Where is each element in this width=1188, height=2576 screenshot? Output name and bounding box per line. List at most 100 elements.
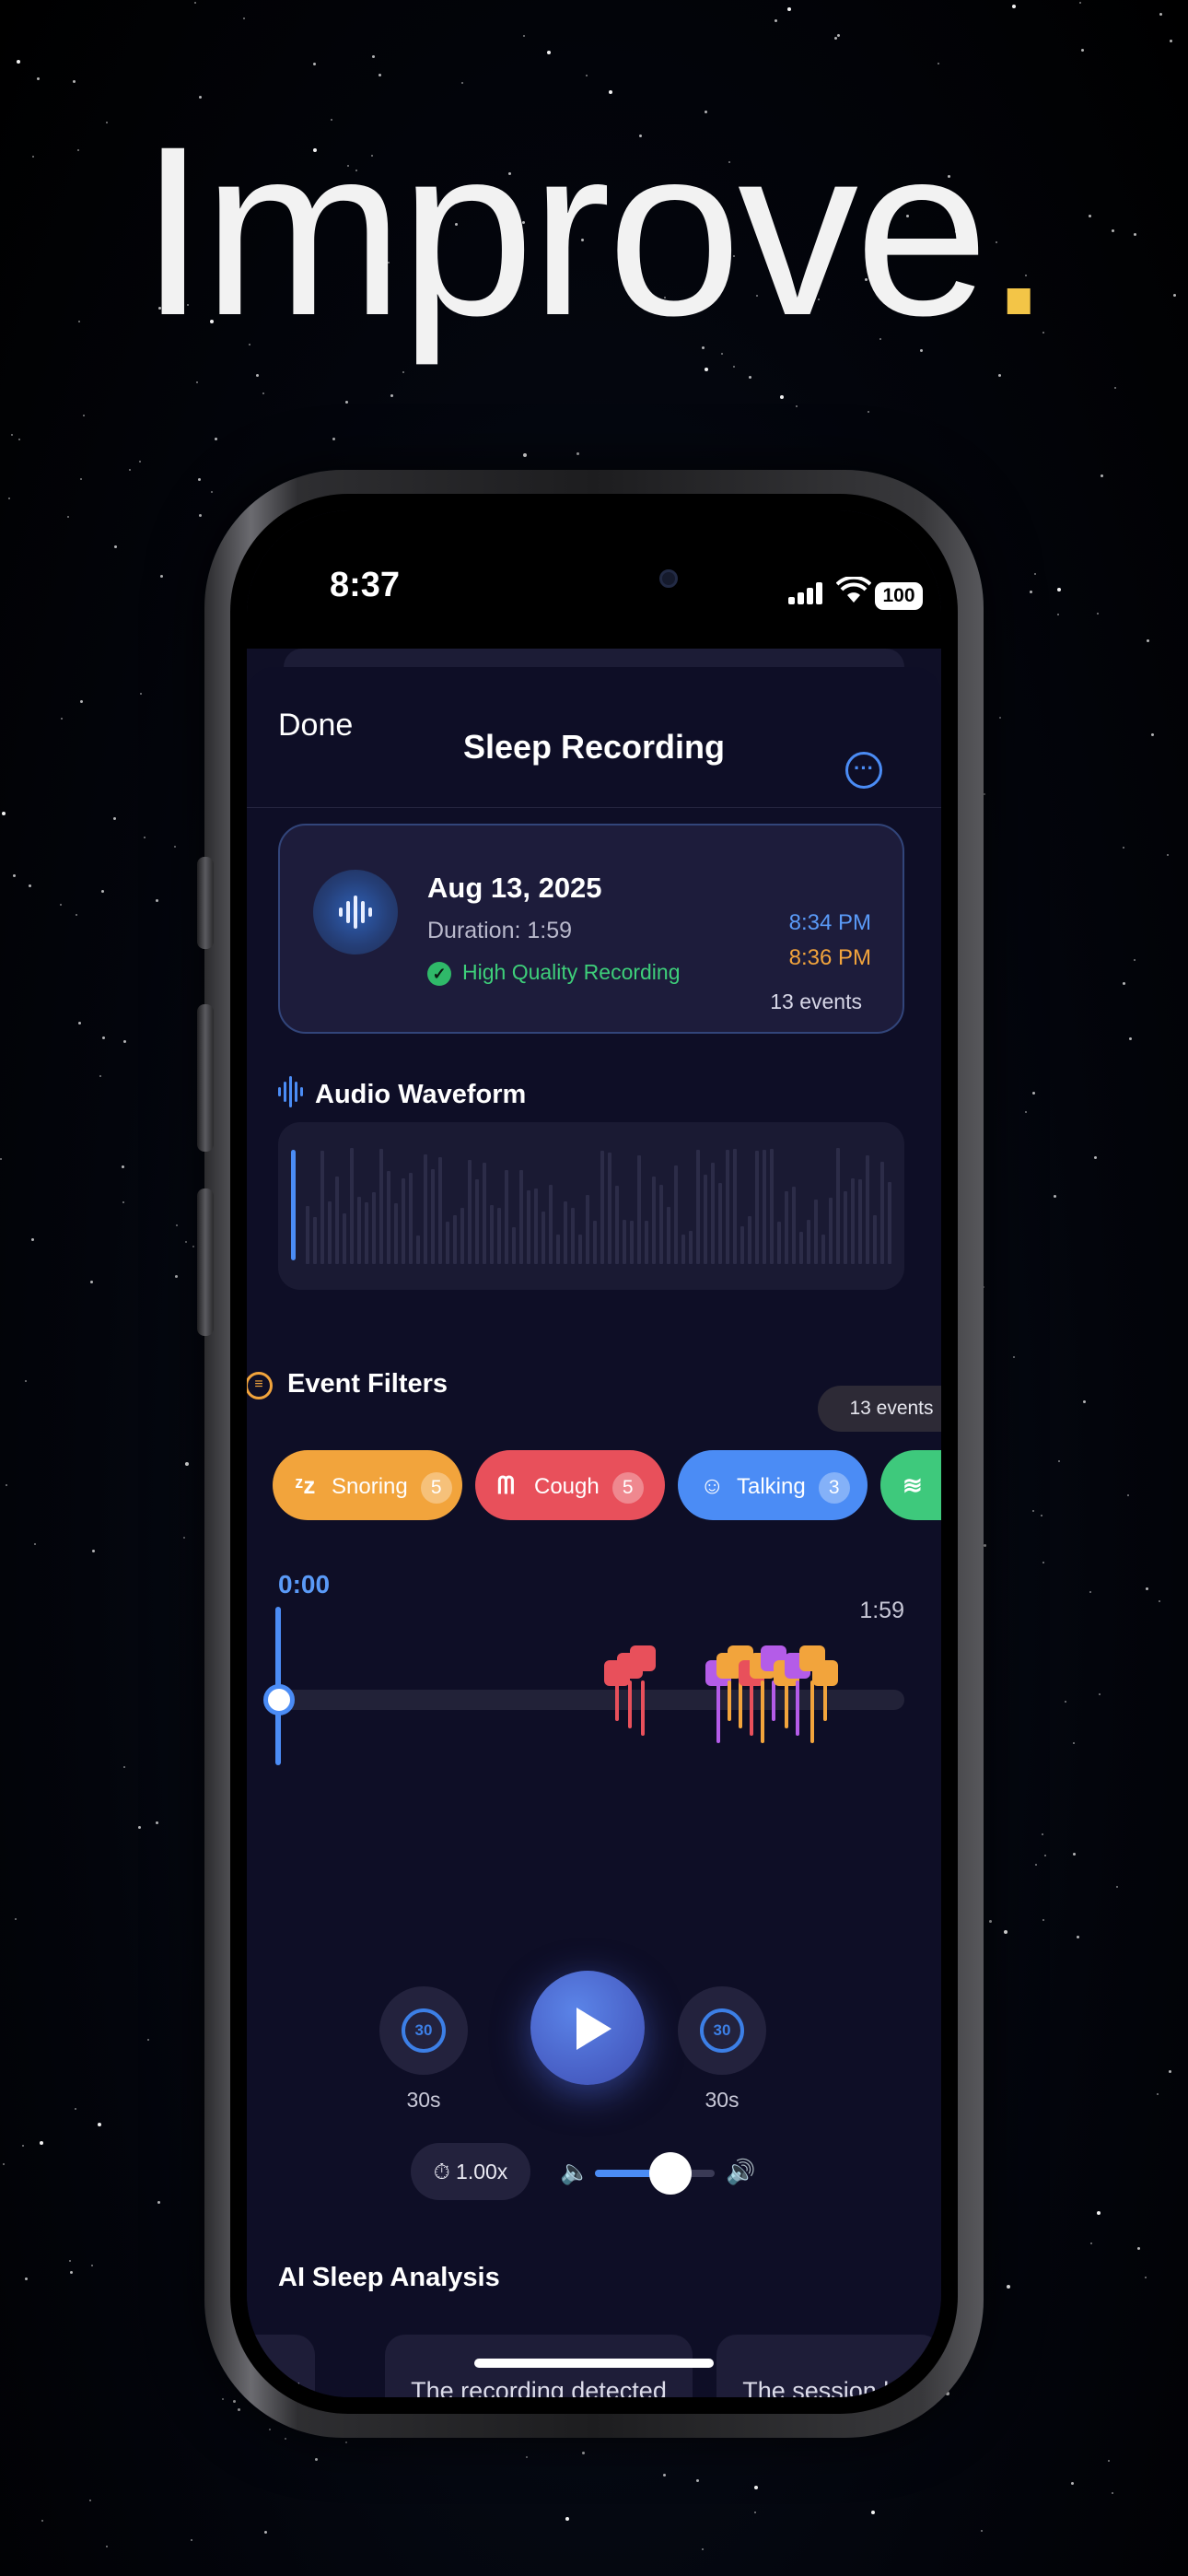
battery-icon: 100 xyxy=(875,582,923,610)
volume-knob[interactable] xyxy=(649,2152,692,2195)
star xyxy=(11,434,13,436)
star xyxy=(1129,1037,1132,1040)
waveform-bar xyxy=(490,1205,494,1264)
star xyxy=(1034,573,1036,575)
star xyxy=(663,2474,666,2476)
star xyxy=(1042,1833,1043,1835)
waveform-bar xyxy=(866,1155,869,1264)
star xyxy=(1137,2247,1140,2250)
star xyxy=(1041,1515,1042,1516)
star xyxy=(1134,959,1136,961)
filter-chip-snoring[interactable]: ᶻz Snoring 5 xyxy=(273,1450,462,1520)
star xyxy=(313,63,316,65)
star xyxy=(211,491,213,493)
waveform-bar xyxy=(667,1207,670,1264)
filter-icon: ≡ xyxy=(247,1372,273,1399)
star xyxy=(198,478,201,481)
star xyxy=(22,2145,24,2147)
playback-speed-button[interactable]: ⏱ 1.00x xyxy=(411,2143,530,2200)
star xyxy=(1032,1092,1035,1095)
star xyxy=(1035,1864,1037,1866)
filter-chip-other[interactable]: ≋ xyxy=(880,1450,941,1520)
ai-card-previous[interactable]: ot lysis. xyxy=(247,2335,315,2397)
event-marker-flag[interactable] xyxy=(630,1645,656,1671)
star xyxy=(73,80,76,83)
event-marker-line xyxy=(641,1680,645,1736)
star xyxy=(264,2531,267,2534)
skip-back-button[interactable]: 30 xyxy=(379,1986,468,2075)
star xyxy=(262,392,264,394)
waveform-bar xyxy=(623,1220,626,1264)
star xyxy=(196,381,198,383)
waveform-bar xyxy=(777,1222,781,1264)
start-time: 8:34 PM xyxy=(788,910,871,935)
star xyxy=(1079,2,1081,4)
star xyxy=(1123,847,1124,849)
star xyxy=(18,439,20,440)
star xyxy=(215,438,217,440)
star xyxy=(345,401,348,404)
star xyxy=(586,75,588,76)
play-button[interactable] xyxy=(530,1971,645,2085)
star xyxy=(582,2452,585,2454)
star xyxy=(1101,474,1103,477)
waveform-bar xyxy=(873,1215,877,1264)
audio-waveform[interactable] xyxy=(278,1122,904,1290)
star xyxy=(78,1022,81,1025)
waveform-bar xyxy=(438,1157,442,1264)
star xyxy=(139,461,141,463)
timeline-start: 0:00 xyxy=(278,1570,331,1598)
star xyxy=(1004,1930,1007,1934)
waveform-bar xyxy=(431,1169,435,1264)
star xyxy=(101,890,104,893)
waveform-bar xyxy=(880,1162,884,1264)
skip-forward-button[interactable]: 30 xyxy=(678,1986,766,2075)
waveform-bar xyxy=(320,1151,324,1264)
ai-card-next[interactable]: The session las minutes, wh insufficient… xyxy=(716,2335,941,2397)
star xyxy=(41,2520,43,2522)
waveform-bar xyxy=(379,1149,383,1264)
star xyxy=(69,2260,71,2262)
star xyxy=(1057,614,1059,615)
star xyxy=(31,1238,34,1241)
waveform-bar xyxy=(748,1216,751,1264)
scrubber-knob[interactable] xyxy=(263,1684,295,1715)
chip-label: Talking xyxy=(737,1474,806,1499)
star xyxy=(92,1550,95,1552)
star xyxy=(122,1201,124,1203)
waveform-bar xyxy=(799,1232,803,1264)
star xyxy=(1114,387,1116,389)
skip-forward-label: 30s xyxy=(705,2088,740,2112)
waveform-bar xyxy=(409,1173,413,1264)
star xyxy=(1073,1742,1075,1744)
star xyxy=(60,904,62,906)
filter-chip-talking[interactable]: ☺ Talking 3 xyxy=(678,1450,868,1520)
star xyxy=(315,2458,318,2461)
star xyxy=(461,82,463,84)
waveform-bar xyxy=(637,1155,641,1264)
star xyxy=(523,453,527,457)
audio-waveform-avatar-icon xyxy=(313,870,398,954)
star xyxy=(984,793,985,795)
star xyxy=(1042,1919,1044,1921)
star xyxy=(175,1275,178,1278)
quality-indicator: ✓ High Quality Recording xyxy=(427,960,681,986)
star xyxy=(176,1224,178,1226)
ellipsis-circle-icon[interactable]: ··· xyxy=(845,752,882,789)
waveform-bar xyxy=(681,1235,685,1264)
volume-down-button xyxy=(197,1188,214,1336)
waveform-bar xyxy=(564,1201,567,1264)
waveform-bar xyxy=(475,1179,479,1264)
star xyxy=(1090,2242,1092,2244)
waveform-bar xyxy=(659,1185,663,1264)
star xyxy=(1057,588,1061,591)
star xyxy=(123,1040,126,1043)
filter-chip-cough[interactable]: ᗰ Cough 5 xyxy=(475,1450,665,1520)
star xyxy=(157,2201,160,2204)
star xyxy=(705,368,708,371)
recording-date: Aug 13, 2025 xyxy=(427,872,602,904)
star xyxy=(1097,613,1099,615)
waveform-bar xyxy=(497,1208,501,1264)
event-marker-line xyxy=(716,1680,720,1743)
waveform-cursor xyxy=(291,1150,296,1260)
